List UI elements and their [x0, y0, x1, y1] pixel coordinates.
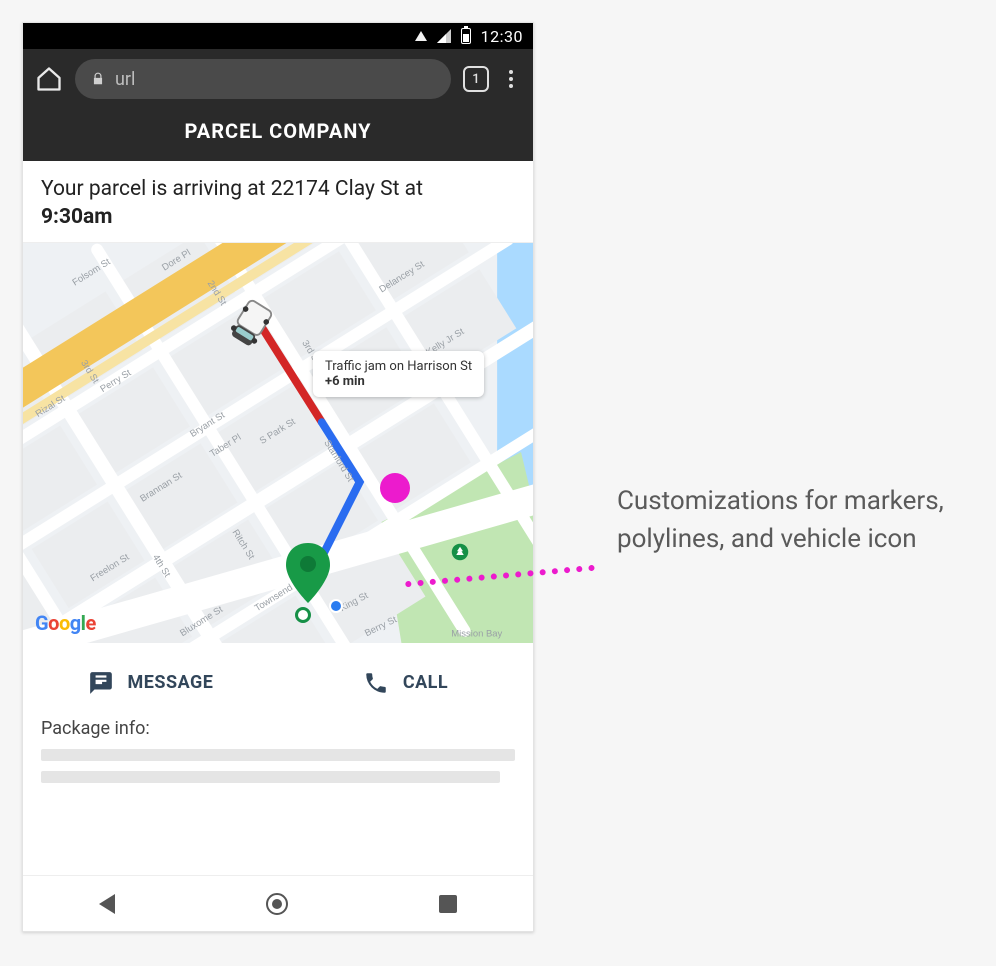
- back-icon[interactable]: [99, 894, 115, 914]
- message-button[interactable]: MESSAGE: [23, 670, 278, 696]
- call-button[interactable]: CALL: [278, 670, 533, 696]
- map-attribution: Google: [35, 611, 96, 635]
- arrival-heading: Your parcel is arriving at 22174 Clay St…: [23, 161, 533, 242]
- app-title-bar: PARCEL COMPANY: [23, 99, 533, 161]
- traffic-delay: +6 min: [325, 374, 472, 389]
- message-label: MESSAGE: [128, 672, 214, 693]
- destination-circle-icon: [295, 607, 311, 623]
- park-icon: [451, 543, 469, 561]
- wifi-icon: [415, 31, 427, 41]
- phone-icon: [363, 670, 389, 696]
- traffic-info-text: Traffic jam on Harrison St: [325, 359, 472, 374]
- heading-middle: at: [399, 177, 423, 201]
- android-nav-bar: [23, 875, 533, 931]
- svg-text:Mission Bay: Mission Bay: [451, 628, 502, 639]
- tab-count-button[interactable]: 1: [463, 66, 489, 92]
- recents-icon[interactable]: [439, 895, 457, 913]
- vehicle-icon: [222, 297, 278, 353]
- browser-chrome: url 1: [23, 49, 533, 99]
- location-dot-icon: [329, 599, 343, 613]
- app-title: PARCEL COMPANY: [185, 119, 372, 143]
- call-label: CALL: [403, 672, 448, 693]
- status-bar: 12:30: [23, 23, 533, 49]
- tab-count-value: 1: [472, 72, 479, 87]
- phone-frame: 12:30 url 1 PARCEL COMP: [22, 22, 534, 932]
- annotation-dot-icon: [380, 473, 410, 503]
- home-icon[interactable]: [35, 65, 63, 93]
- action-bar: MESSAGE CALL: [23, 644, 533, 714]
- skeleton-line: [41, 749, 515, 761]
- clock-text: 12:30: [481, 27, 523, 46]
- annotation-text: Customizations for markers, polylines, a…: [617, 483, 957, 558]
- package-info-label: Package info:: [23, 714, 533, 739]
- destination-marker[interactable]: [284, 543, 332, 603]
- battery-icon: [461, 28, 471, 44]
- url-text: url: [115, 69, 135, 90]
- heading-address: 22174 Clay St: [271, 177, 400, 201]
- overflow-menu-icon[interactable]: [501, 70, 521, 88]
- url-bar[interactable]: url: [75, 59, 451, 99]
- heading-prefix: Your parcel is arriving at: [41, 177, 271, 201]
- traffic-info-card[interactable]: Traffic jam on Harrison St +6 min: [313, 351, 484, 397]
- lock-icon: [91, 72, 105, 86]
- home-nav-icon[interactable]: [266, 893, 288, 915]
- skeleton-line: [41, 771, 500, 783]
- map-view[interactable]: Folsom St Dore Pl 2nd St Delancey St 3rd…: [23, 242, 533, 644]
- heading-time: 9:30am: [41, 205, 113, 229]
- message-icon: [88, 670, 114, 696]
- cell-signal-icon: [437, 29, 451, 43]
